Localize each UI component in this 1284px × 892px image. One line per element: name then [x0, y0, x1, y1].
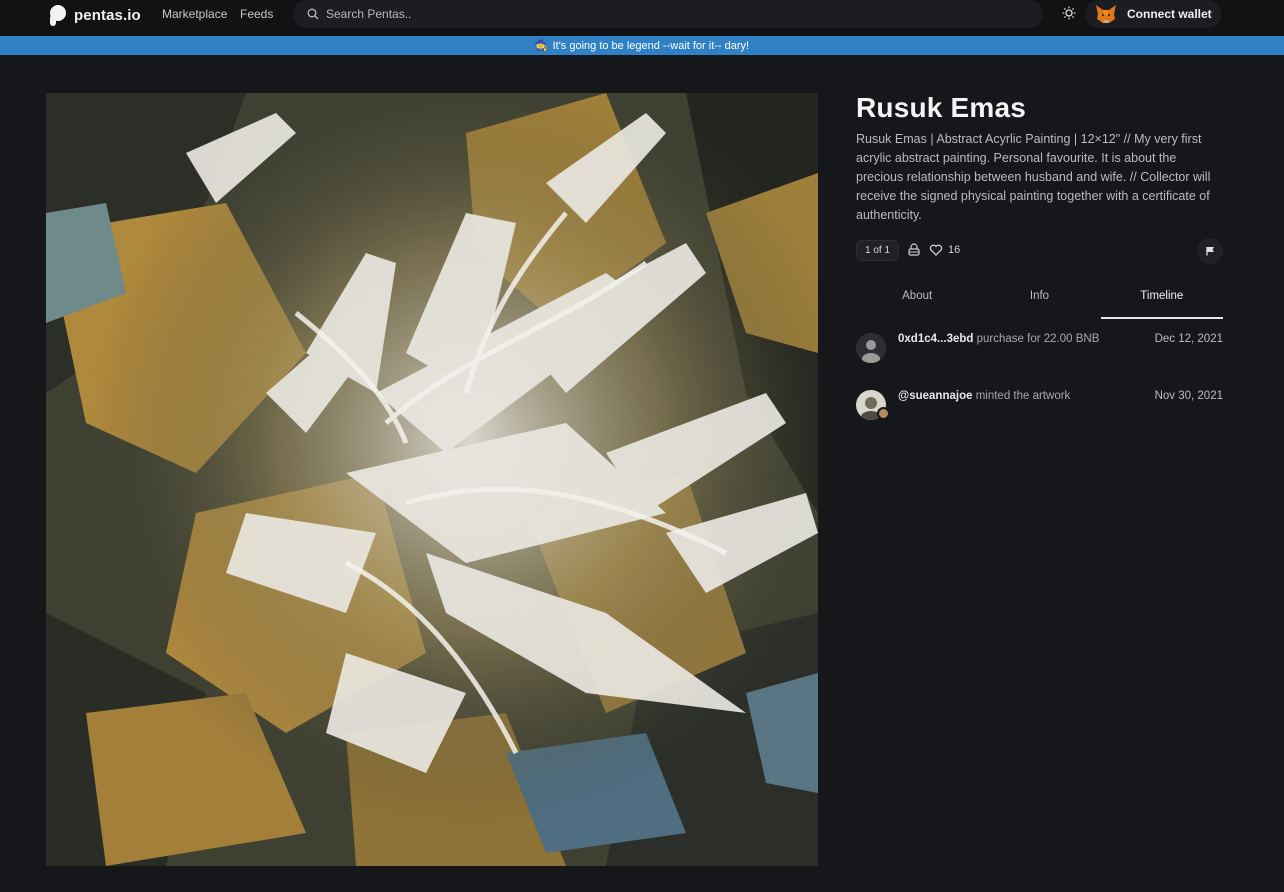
- search-icon: [307, 8, 319, 20]
- timeline-actor-link[interactable]: @sueannajoe: [898, 390, 973, 402]
- pentas-logo[interactable]: pentas.io: [46, 3, 141, 27]
- timeline-item: 0xd1c4...3ebd purchase for 22.00 BNB Dec…: [856, 333, 1223, 365]
- timeline-action: minted the artwork: [975, 390, 1071, 402]
- detail-tabs: About Info Timeline: [856, 283, 1223, 319]
- timeline-item: @sueannajoe minted the artwork Nov 30, 2…: [856, 390, 1223, 422]
- sun-icon: [1062, 6, 1076, 20]
- pentas-logo-icon: [50, 5, 66, 26]
- timeline-event-text: @sueannajoe minted the artwork: [898, 390, 1070, 402]
- timeline-event-text: 0xd1c4...3ebd purchase for 22.00 BNB: [898, 333, 1099, 345]
- owner-icon[interactable]: [907, 243, 921, 257]
- timeline-date: Nov 30, 2021: [1154, 390, 1223, 402]
- artwork-title: Rusuk Emas: [856, 92, 1027, 123]
- logo-text: pentas.io: [74, 6, 141, 24]
- theme-toggle-button[interactable]: [1059, 3, 1079, 23]
- like-count: 16: [948, 244, 961, 256]
- artwork-image[interactable]: [46, 93, 818, 866]
- announcement-banner: 🧙 It's going to be legend --wait for it-…: [0, 36, 1284, 55]
- tab-timeline[interactable]: Timeline: [1100, 283, 1223, 319]
- banner-text: It's going to be legend --wait for it-- …: [552, 39, 750, 52]
- search-input[interactable]: [326, 7, 926, 21]
- wizard-emoji-icon: 🧙: [534, 40, 549, 52]
- timeline-actor-link[interactable]: 0xd1c4...3ebd: [898, 333, 973, 345]
- abstract-painting-image: [46, 93, 818, 866]
- metamask-fox-icon: [1096, 5, 1116, 23]
- tab-info[interactable]: Info: [978, 283, 1100, 319]
- report-button[interactable]: [1197, 238, 1223, 264]
- connect-wallet-label: Connect wallet: [1127, 7, 1212, 21]
- top-navbar: pentas.io Marketplace Feeds Co: [0, 0, 1284, 36]
- flag-icon: [1206, 247, 1214, 256]
- artwork-description: Rusuk Emas | Abstract Acyrlic Painting |…: [856, 132, 1211, 222]
- heart-icon[interactable]: [929, 243, 943, 257]
- nav-link-feeds[interactable]: Feeds: [240, 7, 273, 21]
- default-user-avatar-icon: [856, 333, 886, 363]
- edition-badge: 1 of 1: [856, 239, 900, 261]
- avatar[interactable]: [856, 333, 886, 363]
- timeline-action: purchase for 22.00 BNB: [976, 333, 1100, 345]
- artwork-meta-row: 1 of 1 16: [856, 238, 1223, 264]
- search-bar[interactable]: [293, 0, 1043, 28]
- nav-link-marketplace[interactable]: Marketplace: [162, 7, 227, 21]
- connect-wallet-button[interactable]: Connect wallet: [1085, 0, 1221, 28]
- tab-about[interactable]: About: [856, 283, 978, 319]
- timeline-date: Dec 12, 2021: [1154, 333, 1223, 345]
- verified-badge-icon: [877, 407, 890, 420]
